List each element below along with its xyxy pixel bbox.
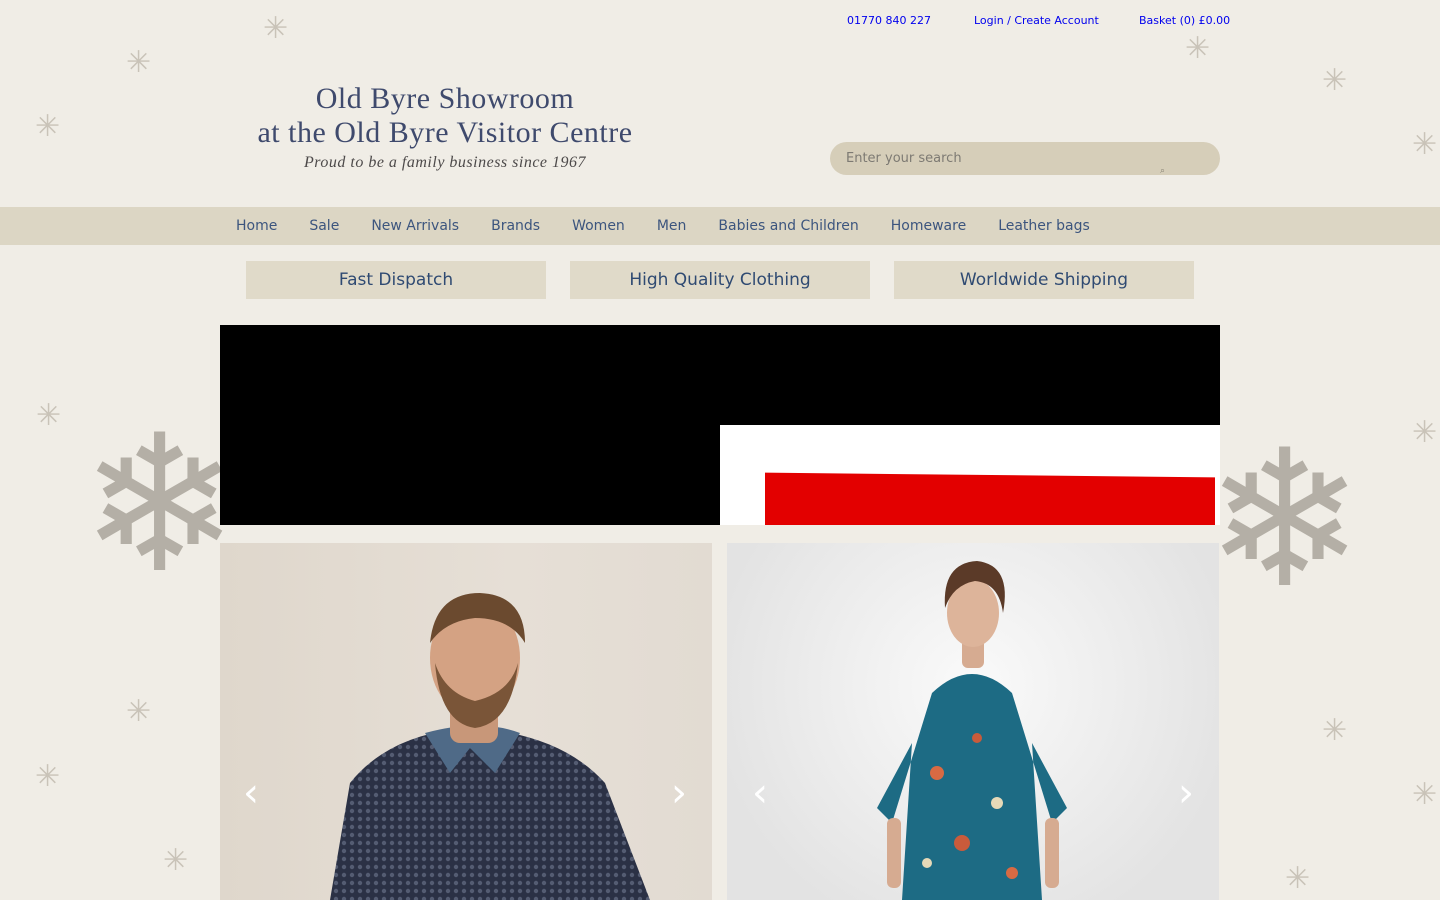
nav-item-men[interactable]: Men xyxy=(641,207,703,245)
snowflake-icon: ✳ xyxy=(1285,861,1311,896)
logo-tagline: Proud to be a family business since 1967 xyxy=(303,154,587,171)
main-navigation: Home Sale New Arrivals Brands Women Men … xyxy=(0,207,1440,245)
login-create-account-link[interactable]: Login / Create Account xyxy=(974,14,1099,27)
snowflake-icon: ✳ xyxy=(1322,713,1348,748)
nav-item-new-arrivals[interactable]: New Arrivals xyxy=(355,207,475,245)
logo-line-2: at the Old Byre Visitor Centre xyxy=(257,116,633,149)
snowflake-icon: ✳ xyxy=(1412,415,1438,450)
search-icon[interactable]: ⌕ xyxy=(1160,166,1166,176)
snowflake-icon: ✳ xyxy=(36,398,62,433)
nav-item-homeware[interactable]: Homeware xyxy=(875,207,982,245)
slider-prev-arrow-icon[interactable]: ‹ xyxy=(745,771,775,815)
top-utility-bar: 01770 840 227 Login / Create Account Bas… xyxy=(0,14,1440,30)
snowflake-icon: ✳ xyxy=(126,694,152,729)
nav-item-babies-and-children[interactable]: Babies and Children xyxy=(702,207,874,245)
promo-banner[interactable] xyxy=(220,325,1220,525)
nav-item-home[interactable]: Home xyxy=(220,207,293,245)
large-snowflake-icon: ❄ xyxy=(80,394,240,615)
usp-fast-dispatch: Fast Dispatch xyxy=(246,261,546,299)
nav-item-women[interactable]: Women xyxy=(556,207,641,245)
phone-number-link[interactable]: 01770 840 227 xyxy=(847,14,931,27)
slider-next-arrow-icon[interactable]: › xyxy=(1171,771,1201,815)
slider-next-arrow-icon[interactable]: › xyxy=(664,771,694,815)
logo-line-1: Old Byre Showroom xyxy=(315,82,575,115)
snowflake-icon: ✳ xyxy=(126,45,152,80)
snowflake-icon: ✳ xyxy=(1412,777,1438,812)
snowflake-icon: ✳ xyxy=(1412,127,1438,162)
large-snowflake-icon: ❄ xyxy=(1205,409,1365,630)
nav-item-leather-bags[interactable]: Leather bags xyxy=(982,207,1106,245)
snowflake-icon: ✳ xyxy=(35,109,61,144)
site-logo[interactable]: Old Byre Showroom at the Old Byre Visito… xyxy=(230,82,660,172)
snowflake-icon: ✳ xyxy=(35,759,61,794)
sale-banner-image xyxy=(720,425,1220,525)
basket-link[interactable]: Basket (0) £0.00 xyxy=(1139,14,1230,27)
nav-item-sale[interactable]: Sale xyxy=(293,207,355,245)
mens-product-slider[interactable]: ‹ › xyxy=(220,543,712,900)
snowflake-icon: ✳ xyxy=(1185,31,1211,66)
woman-in-floral-dress-image xyxy=(877,561,1067,900)
man-in-jumper-image xyxy=(330,593,650,900)
snowflake-icon: ✳ xyxy=(1322,63,1348,98)
nav-item-brands[interactable]: Brands xyxy=(475,207,556,245)
sale-banner-red-strip xyxy=(765,472,1215,525)
usp-worldwide-shipping: Worldwide Shipping xyxy=(894,261,1194,299)
womens-product-slider[interactable]: ‹ › xyxy=(727,543,1219,900)
usp-high-quality-clothing: High Quality Clothing xyxy=(570,261,870,299)
slider-prev-arrow-icon[interactable]: ‹ xyxy=(236,771,266,815)
snowflake-icon: ✳ xyxy=(163,843,189,878)
